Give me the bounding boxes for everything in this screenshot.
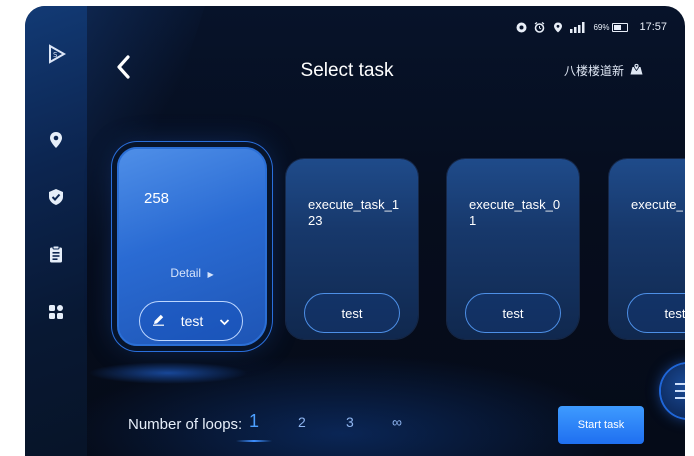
loop-option-2[interactable]: 2 [298,414,306,430]
task-card-selected[interactable]: 258 Detail ▶ test [117,147,267,346]
clock: 17:57 [639,21,667,33]
selection-glow [88,362,248,384]
location-selector[interactable]: 八楼楼道新 [564,62,643,79]
chevron-down-icon [219,314,230,329]
loop-option-3[interactable]: 3 [346,414,354,430]
task-mode-button[interactable]: test [304,293,400,333]
detail-label: Detail [170,266,202,280]
signal-icon [570,21,586,33]
detail-link[interactable]: Detail ▶ [119,266,265,280]
task-mode-button[interactable]: test [627,293,685,333]
loop-option-infinite[interactable]: ∞ [392,414,402,430]
task-mode-button[interactable]: test [465,293,561,333]
floating-menu-button[interactable] [661,364,685,418]
loop-selected-underline [236,440,272,442]
status-bar: 69% 17:57 [516,20,667,34]
battery-indicator: 69% [593,22,629,32]
alarm-icon [534,21,545,33]
caret-right-icon: ▶ [207,270,214,279]
loops-label: Number of loops: [128,416,243,433]
task-card[interactable]: execute_task_01 test [447,159,579,339]
svg-text:S: S [53,51,58,59]
shield-check-icon[interactable] [47,188,65,206]
loop-option-1[interactable]: 1 [249,411,259,432]
location-pin-icon[interactable] [47,131,65,149]
task-name: 258 [144,190,170,207]
task-mode-label: test [180,313,204,329]
task-card[interactable]: execute_t69 test [609,159,685,339]
menu-icon [675,383,685,399]
location-icon [552,22,563,33]
clipboard-icon[interactable] [47,245,65,263]
task-card[interactable]: execute_task_123 test [286,159,418,339]
task-name: execute_task_01 [469,197,561,228]
record-icon [516,22,527,33]
task-mode-dropdown[interactable]: test [139,301,243,341]
start-task-button[interactable]: Start task [558,406,644,444]
location-name: 八楼楼道新 [563,64,624,78]
battery-icon [612,22,629,32]
pencil-icon [152,313,165,329]
task-name: execute_t69 [631,197,683,212]
task-name: execute_task_123 [308,197,400,228]
battery-fill [614,24,622,30]
battery-percent: 69% [593,22,610,32]
grid-icon[interactable] [47,303,65,321]
map-pin-icon [630,63,643,78]
app-screen: S 69% 17:57 Select task 八楼楼道新 258 Detail… [25,6,685,456]
